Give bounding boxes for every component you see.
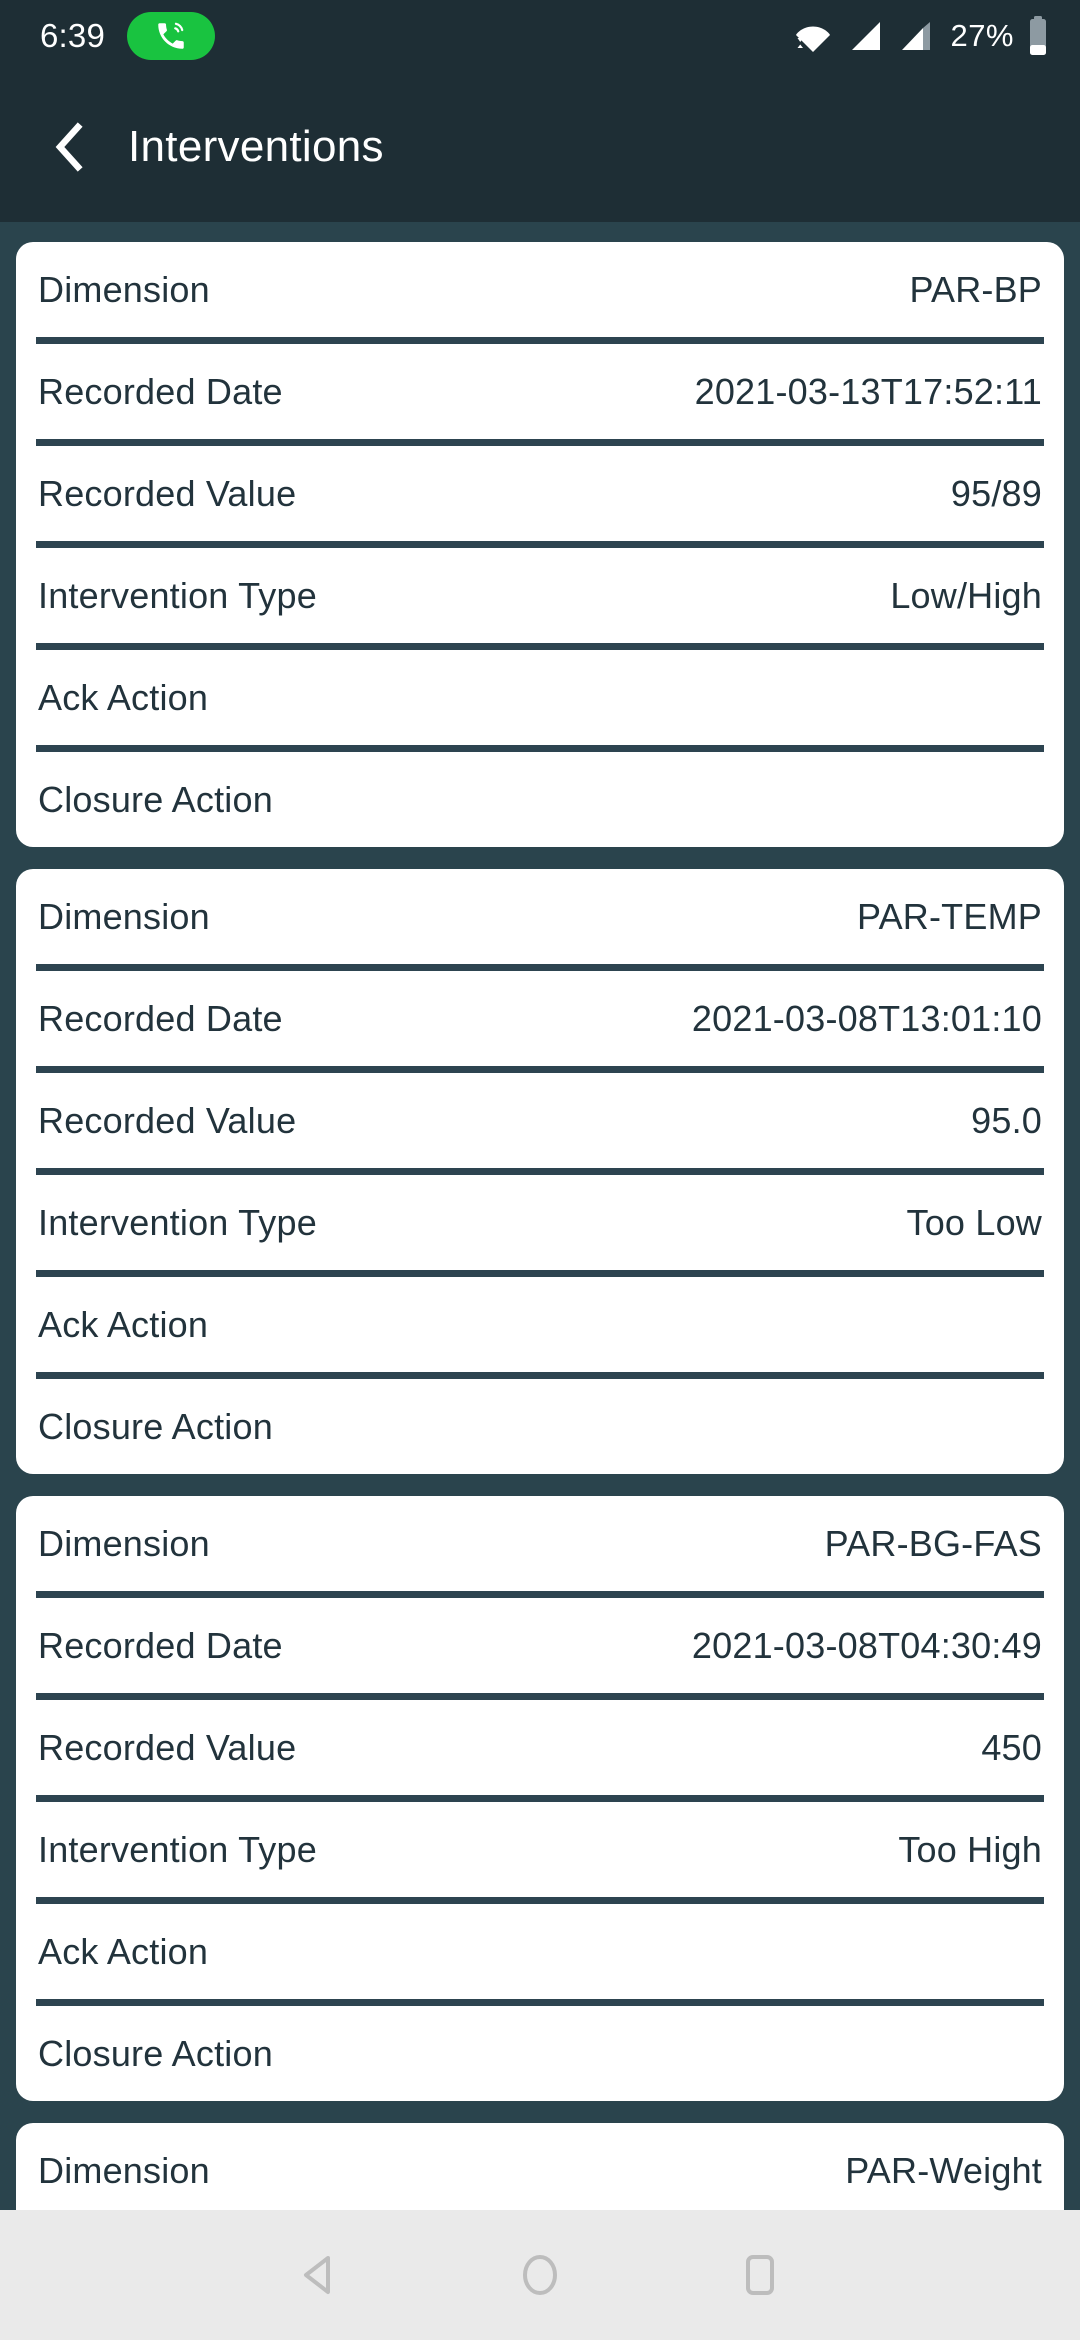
row-ack-action: Ack Action [16,650,1064,745]
row-closure-action: Closure Action [16,2006,1064,2101]
nav-back-triangle-icon[interactable] [210,2210,430,2340]
row-label: Recorded Value [38,472,297,514]
row-label: Ack Action [38,1930,209,1972]
row-intervention-type: Intervention Type Low/High [16,548,1064,643]
row-separator [36,1168,1044,1175]
row-separator [36,643,1044,650]
row-recorded-date: Recorded Date 2021-03-08T04:30:49 [16,1598,1064,1693]
row-closure-action: Closure Action [16,1379,1064,1474]
row-recorded-date: Recorded Date 2021-03-13T17:52:11 [16,344,1064,439]
intervention-card[interactable]: Dimension PAR-BG-FAS Recorded Date 2021-… [16,1496,1064,2101]
app-bar: Interventions [0,72,1080,222]
row-label: Intervention Type [38,1201,317,1243]
row-value: 2021-03-08T04:30:49 [691,1624,1042,1666]
row-label: Intervention Type [38,1828,317,1870]
row-label: Recorded Value [38,1099,297,1141]
cellular-signal-icon [846,16,884,56]
intervention-card[interactable]: Dimension PAR-TEMP Recorded Date 2021-03… [16,869,1064,1474]
row-dimension: Dimension PAR-TEMP [16,869,1064,964]
status-bar: 6:39 27% [0,0,1080,72]
back-chevron-icon[interactable] [34,111,106,183]
row-dimension: Dimension PAR-Weight [16,2123,1064,2210]
row-ack-action: Ack Action [16,1904,1064,1999]
row-label: Closure Action [38,1405,273,1447]
wifi-icon [792,16,834,56]
row-separator [36,1999,1044,2006]
row-intervention-type: Intervention Type Too Low [16,1175,1064,1270]
interventions-list[interactable]: Dimension PAR-BP Recorded Date 2021-03-1… [0,222,1080,2210]
intervention-card[interactable]: Dimension PAR-BP Recorded Date 2021-03-1… [16,242,1064,847]
row-intervention-type: Intervention Type Too High [16,1802,1064,1897]
battery-percent-label: 27% [950,18,1014,53]
row-recorded-value: Recorded Value 450 [16,1700,1064,1795]
cellular-signal-icon [896,16,934,56]
status-bar-clock: 6:39 [40,17,106,54]
row-separator [36,1066,1044,1073]
row-value: Too High [898,1828,1042,1870]
row-value: 2021-03-08T13:01:10 [691,997,1042,1039]
intervention-card[interactable]: Dimension PAR-Weight Recorded Date 2021-… [16,2123,1064,2210]
row-recorded-value: Recorded Value 95/89 [16,446,1064,541]
row-label: Dimension [38,1522,210,1564]
app-root: 6:39 27% Interventions Dimension PAR-BP … [0,0,1080,2340]
row-value: 95.0 [971,1099,1042,1141]
status-bar-icons: 27% [792,15,1050,57]
row-label: Closure Action [38,2032,273,2074]
nav-recents-square-icon[interactable] [650,2210,870,2340]
row-label: Recorded Date [38,370,283,412]
row-dimension: Dimension PAR-BG-FAS [16,1496,1064,1591]
row-value: Low/High [890,574,1042,616]
row-separator [36,1795,1044,1802]
row-value: PAR-Weight [845,2149,1042,2191]
row-recorded-date: Recorded Date 2021-03-08T13:01:10 [16,971,1064,1066]
row-value: 450 [981,1726,1042,1768]
row-label: Closure Action [38,778,273,820]
row-label: Recorded Date [38,997,283,1039]
row-value: PAR-TEMP [857,895,1042,937]
row-label: Dimension [38,895,210,937]
row-separator [36,1372,1044,1379]
row-separator [36,1591,1044,1598]
row-label: Dimension [38,2149,210,2191]
row-label: Intervention Type [38,574,317,616]
row-separator [36,337,1044,344]
android-nav-bar [0,2210,1080,2340]
row-label: Recorded Date [38,1624,283,1666]
nav-home-circle-icon[interactable] [430,2210,650,2340]
row-separator [36,541,1044,548]
row-value: PAR-BP [909,268,1042,310]
row-closure-action: Closure Action [16,752,1064,847]
row-ack-action: Ack Action [16,1277,1064,1372]
battery-icon [1026,15,1050,57]
row-label: Ack Action [38,1303,209,1345]
row-dimension: Dimension PAR-BP [16,242,1064,337]
row-value: 95/89 [950,472,1042,514]
row-value: PAR-BG-FAS [824,1522,1042,1564]
row-separator [36,1270,1044,1277]
row-value: Too Low [906,1201,1042,1243]
row-separator [36,1897,1044,1904]
row-recorded-value: Recorded Value 95.0 [16,1073,1064,1168]
page-title: Interventions [128,122,384,171]
row-separator [36,439,1044,446]
phone-in-call-icon[interactable] [127,12,216,60]
row-label: Ack Action [38,676,209,718]
row-label: Dimension [38,268,210,310]
row-label: Recorded Value [38,1726,297,1768]
row-value: 2021-03-13T17:52:11 [694,370,1042,412]
row-separator [36,964,1044,971]
row-separator [36,745,1044,752]
row-separator [36,1693,1044,1700]
